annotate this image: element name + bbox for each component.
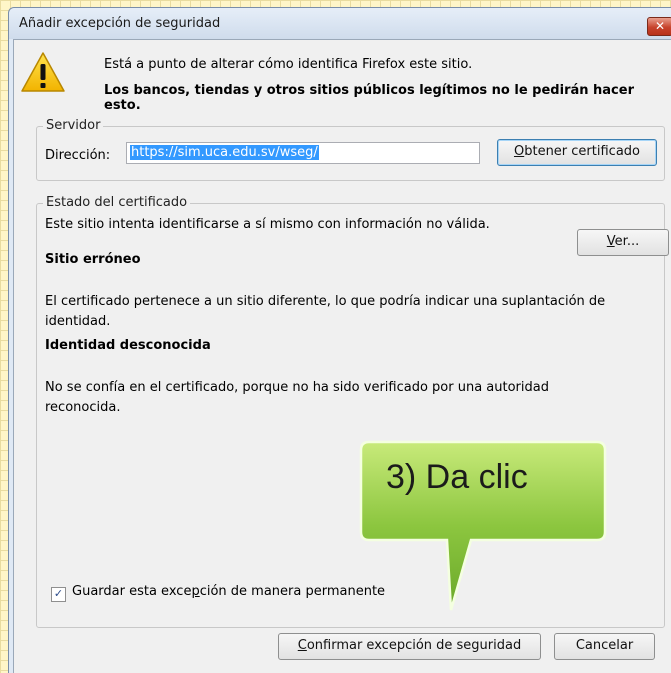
view-accesskey: V xyxy=(606,234,615,249)
intro-warning-text: Los bancos, tiendas y otros sitios públi… xyxy=(104,83,634,113)
view-button[interactable]: Ver... xyxy=(577,229,669,256)
address-label: Dirección: xyxy=(45,148,111,163)
get-cert-label: btener certificado xyxy=(524,144,640,159)
title-bar: Añadir excepción de seguridad ✕ xyxy=(9,8,671,39)
close-icon: ✕ xyxy=(654,19,666,33)
unknown-identity-description-line1: No se confía en el certificado, porque n… xyxy=(45,380,549,395)
server-group: Servidor Dirección: https://sim.uca.edu.… xyxy=(36,118,665,181)
server-legend: Servidor xyxy=(43,118,104,133)
get-cert-accesskey: O xyxy=(513,144,525,159)
permanent-exception-option[interactable]: ✓ Guardar esta excepción de manera perman… xyxy=(51,584,385,602)
wrong-site-description-line1: El certificado pertenece a un sitio dife… xyxy=(45,294,606,309)
intro-text: Está a punto de alterar cómo identifica … xyxy=(104,57,473,72)
address-value: https://sim.uca.edu.sv/wseg/ xyxy=(130,145,319,160)
confirm-label: onfirmar excepción de seguridad xyxy=(306,638,522,653)
status-legend: Estado del certificado xyxy=(43,195,191,210)
wrong-site-description-line2: identidad. xyxy=(45,314,111,329)
view-label: er... xyxy=(614,234,640,249)
unknown-identity-title: Identidad desconocida xyxy=(45,338,211,353)
permanent-label-pre: Guardar esta exce xyxy=(72,584,192,599)
permanent-label-post: ción de manera permanente xyxy=(199,584,386,599)
status-summary: Este sitio intenta identificarse a sí mi… xyxy=(45,217,490,232)
cancel-button[interactable]: Cancelar xyxy=(554,633,655,660)
close-button[interactable]: ✕ xyxy=(647,17,671,36)
dialog-title: Añadir excepción de seguridad xyxy=(19,16,221,31)
confirm-exception-button[interactable]: Confirmar excepción de seguridad xyxy=(278,633,541,660)
address-input[interactable]: https://sim.uca.edu.sv/wseg/ xyxy=(126,142,480,164)
warning-icon xyxy=(21,52,65,92)
permanent-accesskey: p xyxy=(191,584,200,599)
get-certificate-button[interactable]: Obtener certificado xyxy=(497,139,657,166)
callout-text: 3) Da clic xyxy=(386,458,528,496)
permanent-exception-checkbox[interactable]: ✓ xyxy=(51,587,66,602)
wrong-site-title: Sitio erróneo xyxy=(45,252,141,267)
confirm-accesskey: C xyxy=(297,638,307,653)
unknown-identity-description-line2: reconocida. xyxy=(45,400,121,415)
